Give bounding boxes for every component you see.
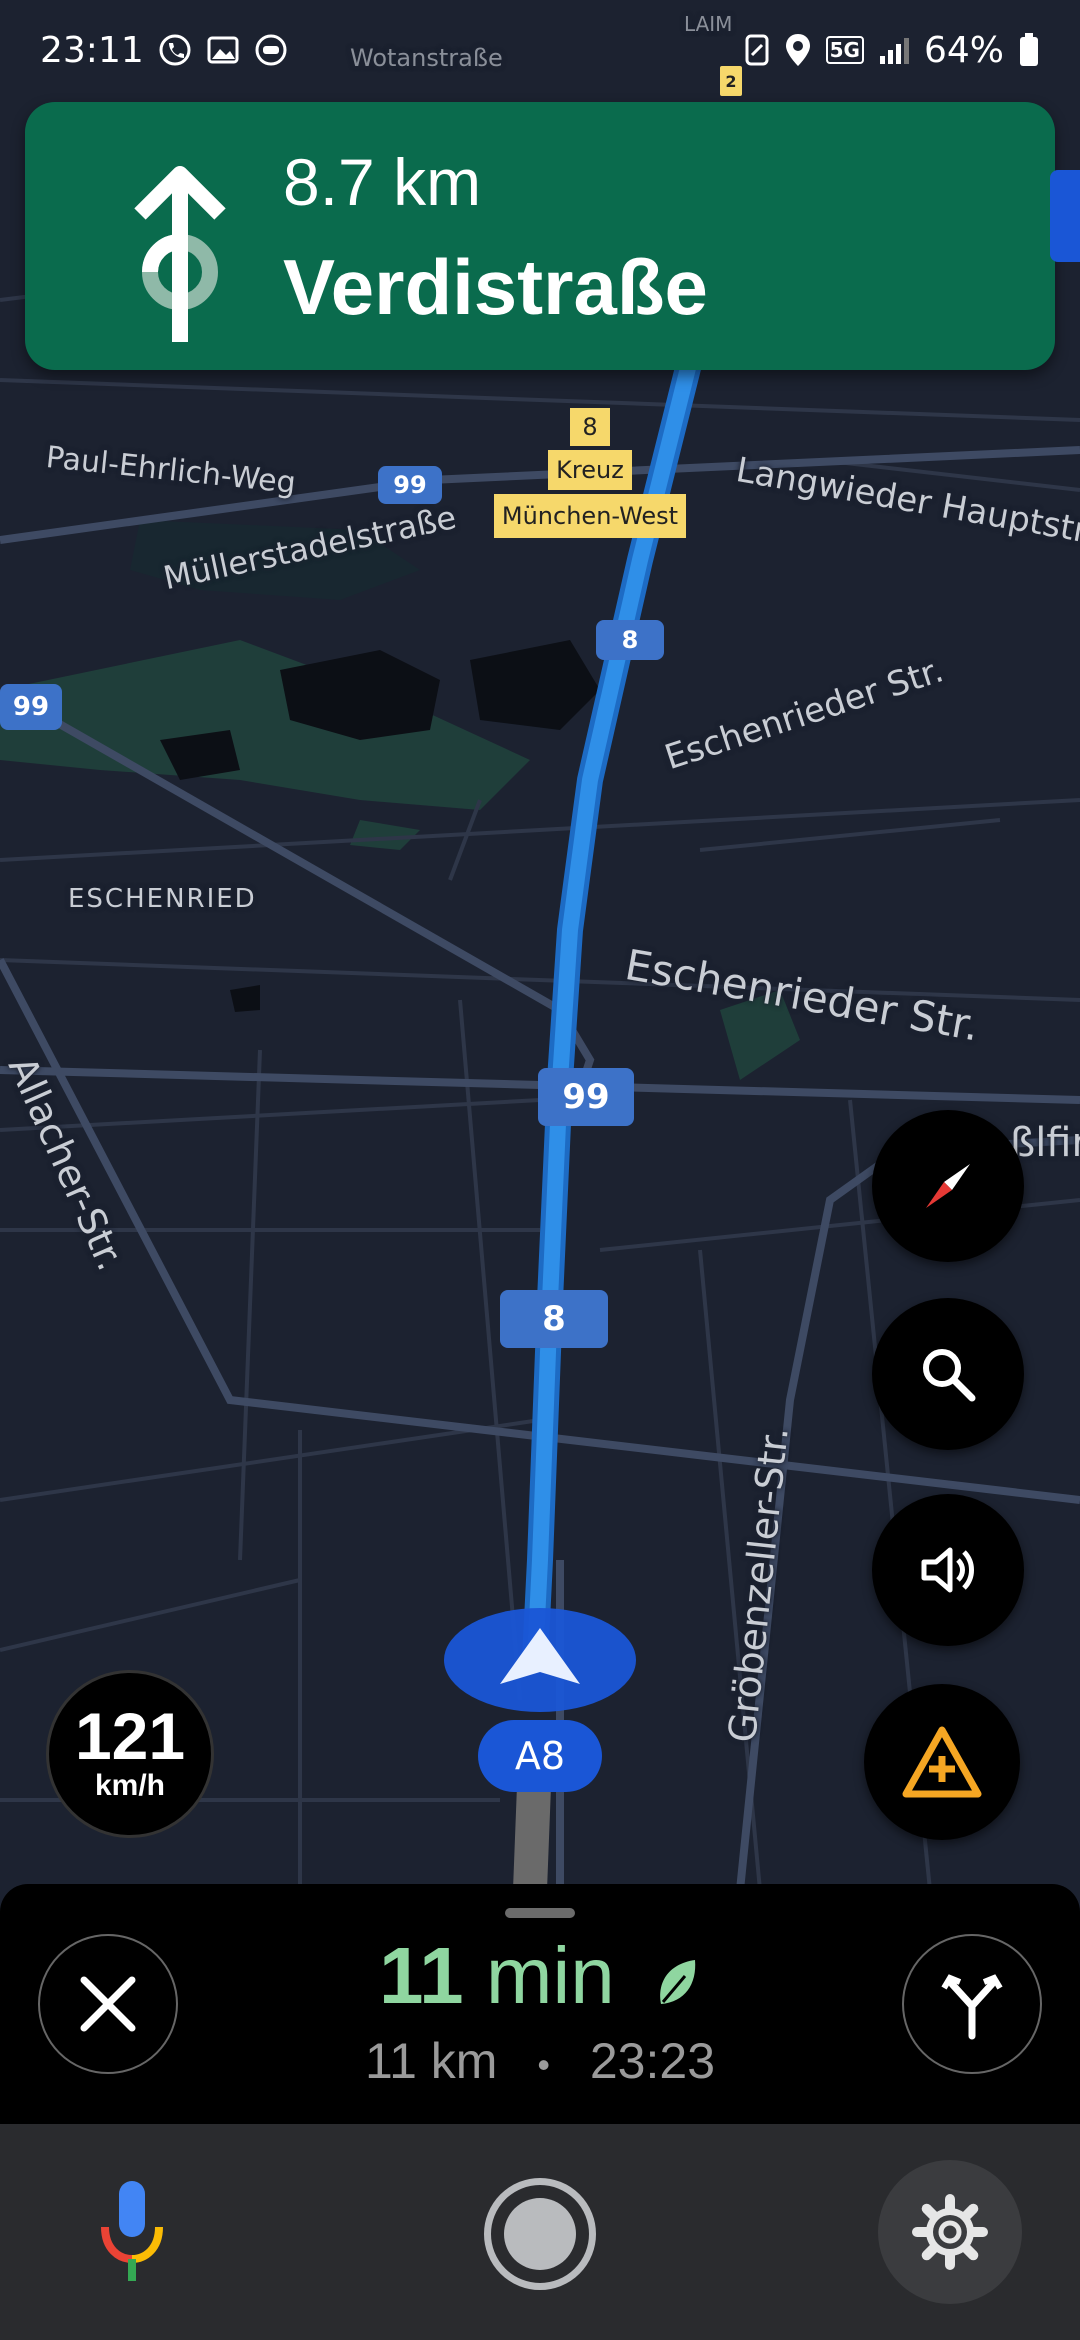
network-type: 5G (825, 36, 864, 64)
search-icon (923, 1349, 976, 1402)
turn-street-name: Verdistraße (283, 243, 708, 331)
turn-distance: 8.7 km (283, 145, 482, 219)
route-shield-99: 99 (378, 466, 442, 504)
home-button[interactable] (484, 2178, 596, 2290)
report-incident-icon (902, 1726, 982, 1798)
eco-leaf-icon (660, 1959, 696, 2004)
battery-percent: 64% (923, 29, 1004, 71)
route-shield-99: 99 (0, 684, 62, 730)
location-icon (785, 34, 810, 66)
alternate-routes-icon (941, 1974, 1003, 2040)
volume-icon (921, 1547, 974, 1593)
audio-guidance-button[interactable] (872, 1494, 1024, 1646)
trip-separator: • (537, 2043, 550, 2085)
search-button[interactable] (872, 1298, 1024, 1450)
route-shield-99: 99 (538, 1068, 634, 1126)
eta-minutes: 11 (379, 1931, 464, 2020)
map-label-district: ESCHENRIED (68, 884, 257, 914)
speed-value: 121 (74, 1699, 186, 1773)
trip-summary-card[interactable]: 11 min 11 km • 23:23 (0, 1884, 1080, 2124)
route-shield-8: 8 (500, 1290, 608, 1348)
system-navigation-bar (0, 2124, 1080, 2340)
gear-icon (912, 2194, 988, 2270)
sign-line2: München-West (494, 494, 686, 538)
mic-icon (101, 2181, 163, 2281)
signal-icon (879, 38, 909, 64)
gallery-icon (207, 36, 239, 64)
interchange-sign: 8 Kreuz München-West (494, 408, 686, 538)
compass-button[interactable] (872, 1110, 1024, 1262)
status-time: 23:11 (40, 29, 144, 71)
arrival-time: 23:23 (589, 2033, 715, 2089)
road-name-badge: A8 (478, 1720, 602, 1792)
voice-assistant-button[interactable] (70, 2170, 194, 2294)
map-label-street: ßlfir (1010, 1120, 1080, 1166)
sign-exit-number: 8 (570, 408, 610, 446)
speed-unit: km/h (94, 1769, 166, 1802)
home-icon (504, 2198, 576, 2270)
report-incident-button[interactable] (864, 1684, 1020, 1840)
driving-mode-icon (255, 34, 287, 66)
eta-minutes-unit: min (463, 1931, 615, 2020)
speedometer: 121 km/h (46, 1670, 214, 1838)
turn-guidance-banner[interactable]: 8.7 km Verdistraße (25, 102, 1055, 370)
drag-handle[interactable] (505, 1908, 575, 1918)
sign-line1: Kreuz (548, 450, 632, 490)
next-step-peek[interactable] (1050, 170, 1080, 262)
phone-call-icon (159, 34, 191, 66)
trip-distance: 11 km (365, 2033, 498, 2089)
arrow-straight-roundabout-icon (134, 166, 226, 342)
settings-button[interactable] (878, 2160, 1022, 2304)
battery-icon (1020, 33, 1038, 66)
status-bar: 23:11 5G 64% (0, 0, 1080, 100)
compass-icon (926, 1164, 970, 1208)
nfc-icon (745, 34, 769, 66)
alternate-routes-button[interactable] (902, 1934, 1042, 2074)
route-shield-8: 8 (596, 620, 664, 660)
